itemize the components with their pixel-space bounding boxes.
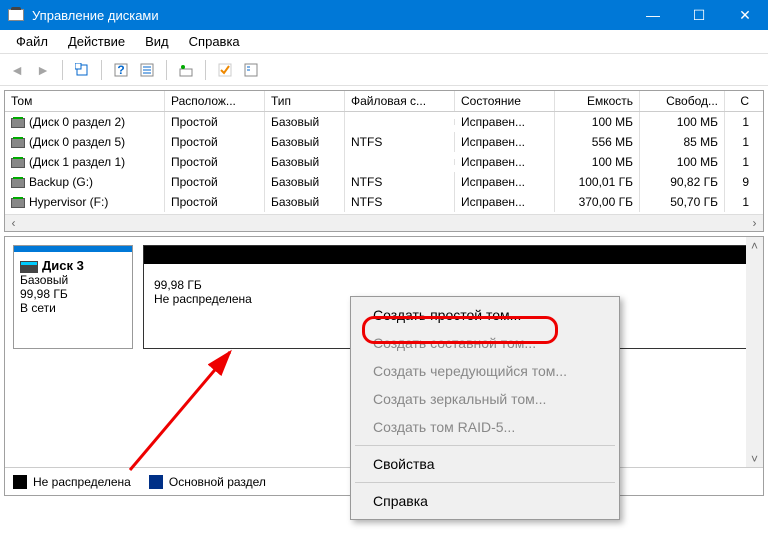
separator xyxy=(355,445,615,446)
table-row[interactable]: Hypervisor (F:)ПростойБазовыйNTFSИсправе… xyxy=(5,192,763,212)
table-header: Том Располож... Тип Файловая с... Состоя… xyxy=(5,91,763,112)
minimize-button[interactable]: — xyxy=(630,0,676,30)
col-pct[interactable]: С xyxy=(725,91,755,111)
app-icon xyxy=(8,9,24,21)
window-title: Управление дисками xyxy=(32,8,630,23)
col-layout[interactable]: Располож... xyxy=(165,91,265,111)
volume-table: Том Располож... Тип Файловая с... Состоя… xyxy=(4,90,764,232)
forward-button[interactable]: ► xyxy=(32,59,54,81)
scroll-up-icon[interactable]: ˄ xyxy=(746,237,763,254)
menu-help[interactable]: Справка xyxy=(179,31,250,52)
toolbar: ◄ ► ? xyxy=(0,54,768,86)
separator xyxy=(62,60,63,80)
context-menu: Создать простой том... Создать составной… xyxy=(350,296,620,520)
volume-icon xyxy=(11,138,25,148)
legend-primary: Основной раздел xyxy=(149,475,266,489)
col-capacity[interactable]: Емкость xyxy=(555,91,640,111)
col-status[interactable]: Состояние xyxy=(455,91,555,111)
table-row[interactable]: Backup (G:)ПростойБазовыйNTFSИсправен...… xyxy=(5,172,763,192)
legend-unallocated: Не распределена xyxy=(13,475,131,489)
volume-icon xyxy=(11,198,25,208)
separator xyxy=(101,60,102,80)
scroll-thumb[interactable] xyxy=(746,254,763,450)
ctx-create-simple-volume[interactable]: Создать простой том... xyxy=(353,301,617,329)
disk-title: Диск 3 xyxy=(42,258,84,273)
back-button[interactable]: ◄ xyxy=(6,59,28,81)
ctx-properties[interactable]: Свойства xyxy=(353,450,617,478)
ctx-create-striped-volume[interactable]: Создать чередующийся том... xyxy=(353,357,617,385)
volume-header-bar xyxy=(144,246,754,264)
col-volume[interactable]: Том xyxy=(5,91,165,111)
disk-info-box[interactable]: Диск 3 Базовый 99,98 ГБ В сети xyxy=(13,245,133,349)
maximize-button[interactable]: ☐ xyxy=(676,0,722,30)
menubar: Файл Действие Вид Справка xyxy=(0,30,768,54)
ctx-create-raid5-volume[interactable]: Создать том RAID-5... xyxy=(353,413,617,441)
col-fs[interactable]: Файловая с... xyxy=(345,91,455,111)
swatch-blue-icon xyxy=(149,475,163,489)
table-row[interactable]: (Диск 1 раздел 1)ПростойБазовыйИсправен.… xyxy=(5,152,763,172)
scroll-down-icon[interactable]: ˅ xyxy=(746,450,763,467)
table-body[interactable]: (Диск 0 раздел 2)ПростойБазовыйИсправен.… xyxy=(5,112,763,214)
v-scrollbar[interactable]: ˄ ˅ xyxy=(746,237,763,467)
legend-primary-label: Основной раздел xyxy=(169,475,266,489)
menu-file[interactable]: Файл xyxy=(6,31,58,52)
list-button[interactable] xyxy=(136,59,158,81)
col-type[interactable]: Тип xyxy=(265,91,345,111)
col-free[interactable]: Свобод... xyxy=(640,91,725,111)
svg-text:?: ? xyxy=(117,63,124,77)
separator xyxy=(355,482,615,483)
separator xyxy=(205,60,206,80)
ctx-create-mirrored-volume[interactable]: Создать зеркальный том... xyxy=(353,385,617,413)
table-row[interactable]: (Диск 0 раздел 5)ПростойБазовыйNTFSИспра… xyxy=(5,132,763,152)
detail-button[interactable] xyxy=(240,59,262,81)
table-row[interactable]: (Диск 0 раздел 2)ПростойБазовыйИсправен.… xyxy=(5,112,763,132)
swatch-black-icon xyxy=(13,475,27,489)
disk-status: В сети xyxy=(20,301,126,315)
separator xyxy=(166,60,167,80)
legend-unallocated-label: Не распределена xyxy=(33,475,131,489)
volume-size: 99,98 ГБ xyxy=(154,278,744,292)
h-scrollbar[interactable]: ‹ › xyxy=(5,214,763,231)
disk-icon xyxy=(20,261,38,273)
scroll-right-icon[interactable]: › xyxy=(746,215,763,232)
volume-icon xyxy=(11,178,25,188)
disk-size: 99,98 ГБ xyxy=(20,287,126,301)
ctx-help[interactable]: Справка xyxy=(353,487,617,515)
scroll-left-icon[interactable]: ‹ xyxy=(5,215,22,232)
titlebar: Управление дисками — ☐ ✕ xyxy=(0,0,768,30)
volume-icon xyxy=(11,118,25,128)
menu-view[interactable]: Вид xyxy=(135,31,179,52)
disk-info-body: Диск 3 Базовый 99,98 ГБ В сети xyxy=(14,252,132,321)
help-button[interactable]: ? xyxy=(110,59,132,81)
check-button[interactable] xyxy=(214,59,236,81)
settings-button[interactable] xyxy=(175,59,197,81)
ctx-create-spanned-volume[interactable]: Создать составной том... xyxy=(353,329,617,357)
disk-type: Базовый xyxy=(20,273,126,287)
menu-action[interactable]: Действие xyxy=(58,31,135,52)
close-button[interactable]: ✕ xyxy=(722,0,768,30)
refresh-button[interactable] xyxy=(71,59,93,81)
volume-icon xyxy=(11,158,25,168)
